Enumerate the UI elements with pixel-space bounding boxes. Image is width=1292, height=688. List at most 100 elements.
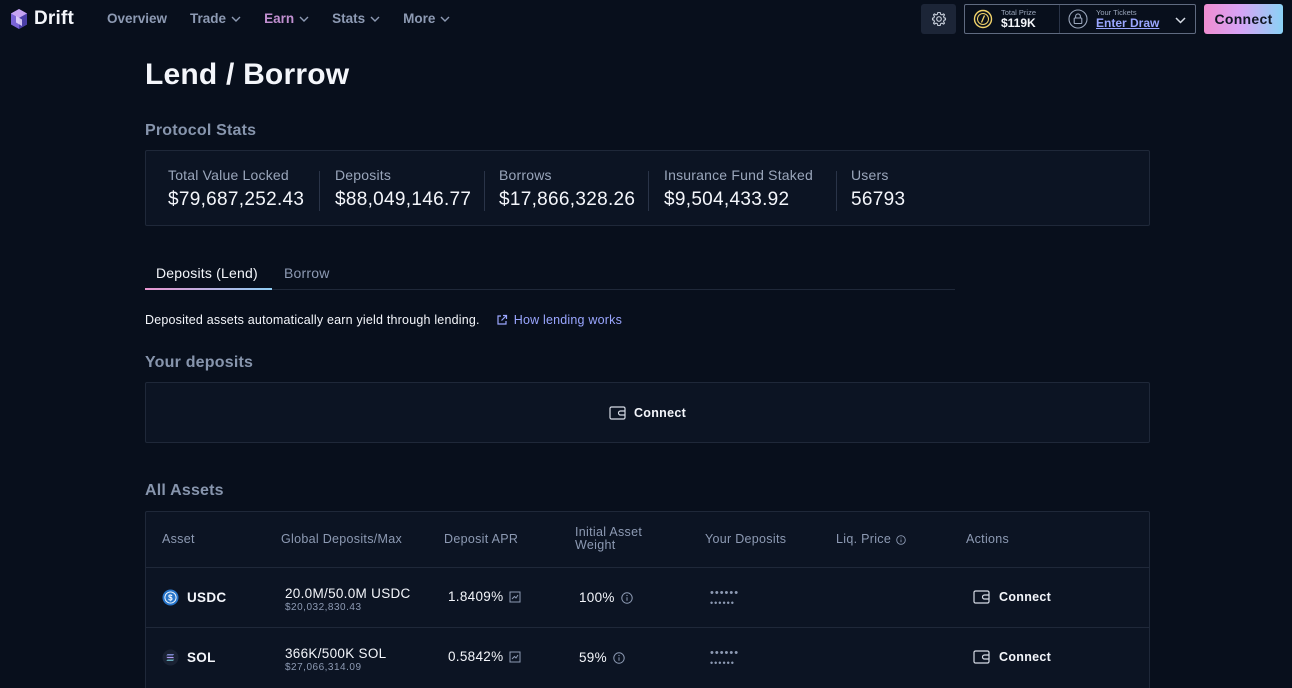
deposit-apr-value: 0.5842% <box>448 649 504 664</box>
your-deposits-panel: Connect <box>145 382 1150 443</box>
row-connect-button[interactable]: Connect <box>973 650 1051 664</box>
nav-stats[interactable]: Stats <box>332 11 380 26</box>
usdc-icon: $ <box>162 589 179 606</box>
asset-name: USDC <box>187 590 227 605</box>
protocol-stats-card: Total Value Locked $79,687,252.43 Deposi… <box>145 150 1150 226</box>
row-connect-label: Connect <box>999 590 1052 604</box>
your-tickets[interactable]: Your Tickets Enter Draw <box>1060 5 1195 33</box>
drift-logo-icon <box>11 9 27 29</box>
stat-users: Users 56793 <box>851 167 905 211</box>
asset-name: SOL <box>187 650 216 665</box>
asset-weight-cell: 59% <box>579 650 625 665</box>
divider <box>648 171 649 211</box>
header-asset: Asset <box>162 532 195 546</box>
your-deposits-title: Your deposits <box>145 354 254 371</box>
how-lending-works-link[interactable]: How lending works <box>496 313 622 327</box>
deposit-apr-cell: 0.5842% <box>448 649 521 664</box>
header-deposit-apr: Deposit APR <box>444 532 519 546</box>
tab-deposits-lend[interactable]: Deposits (Lend) <box>156 265 258 281</box>
global-deposits-usd: $27,066,314.09 <box>285 662 362 673</box>
table-row[interactable]: SOL 366K/500K SOL $27,066,314.09 0.5842%… <box>146 627 1149 687</box>
nav-earn-label: Earn <box>264 11 295 26</box>
stat-value: $17,866,328.26 <box>499 189 636 210</box>
divider <box>319 171 320 211</box>
stat-deposits: Deposits $88,049,146.77 <box>335 167 471 211</box>
nav-trade-label: Trade <box>190 11 227 26</box>
chevron-down-icon <box>299 16 309 22</box>
row-connect-button[interactable]: Connect <box>973 590 1051 604</box>
stat-label: Users <box>851 167 889 183</box>
nav-trade[interactable]: Trade <box>190 11 241 26</box>
chevron-down-icon[interactable] <box>1175 17 1186 24</box>
header-your-deposits: Your Deposits <box>705 532 787 546</box>
global-deposits-cell: 20.0M/50.0M USDC $20,032,830.43 <box>285 586 411 613</box>
svg-text:$: $ <box>168 593 173 602</box>
nav-earn[interactable]: Earn <box>264 11 309 26</box>
chevron-down-icon <box>370 16 380 22</box>
nav-links: Overview Trade Earn Stats More <box>107 11 473 26</box>
stat-value: $9,504,433.92 <box>664 189 790 210</box>
stat-label: Total Value Locked <box>168 167 289 183</box>
global-deposits-usd: $20,032,830.43 <box>285 602 362 613</box>
chart-icon[interactable] <box>509 651 521 663</box>
prize-draw-widget[interactable]: Total Prize $119K Your Tickets Enter Dra… <box>964 4 1196 34</box>
lock-icon <box>1068 9 1088 29</box>
total-prize: Total Prize $119K <box>965 5 1060 33</box>
info-icon[interactable] <box>613 651 625 664</box>
sol-icon <box>162 649 179 666</box>
info-icon[interactable] <box>896 534 906 545</box>
masked-value: •••••• <box>710 587 740 599</box>
nav-more[interactable]: More <box>403 11 450 26</box>
enter-draw-link[interactable]: Enter Draw <box>1096 17 1159 30</box>
assets-table: Asset Global Deposits/Max Deposit APR In… <box>145 511 1150 688</box>
nav-overview[interactable]: Overview <box>107 11 167 26</box>
stat-label: Insurance Fund Staked <box>664 167 813 183</box>
lend-borrow-tabs: Deposits (Lend) Borrow <box>145 262 955 290</box>
global-deposits-cell: 366K/500K SOL $27,066,314.09 <box>285 646 386 673</box>
connect-wallet-button[interactable]: Connect <box>1204 4 1283 34</box>
asset-cell: $ USDC <box>162 589 226 606</box>
nav-overview-label: Overview <box>107 11 168 26</box>
table-row[interactable]: $ USDC 20.0M/50.0M USDC $20,032,830.43 1… <box>146 567 1149 627</box>
wallet-icon <box>973 590 990 604</box>
masked-value: •••••• <box>710 647 740 659</box>
wallet-icon <box>973 650 990 664</box>
global-deposits-value: 20.0M/50.0M USDC <box>285 586 411 601</box>
tab-borrow[interactable]: Borrow <box>284 265 330 281</box>
divider <box>484 171 485 211</box>
top-nav: Drift Overview Trade Earn Stats More Tot… <box>0 0 1292 38</box>
nav-stats-label: Stats <box>332 11 366 26</box>
chevron-down-icon <box>440 16 450 22</box>
info-icon[interactable] <box>621 591 633 604</box>
lending-info-text: Deposited assets automatically earn yiel… <box>145 313 480 327</box>
masked-value: •••••• <box>710 658 735 668</box>
lending-info: Deposited assets automatically earn yiel… <box>145 313 622 327</box>
header-weight-line-2: Weight <box>575 538 616 552</box>
gear-icon <box>931 11 946 27</box>
how-lending-works-label: How lending works <box>513 313 623 327</box>
header-initial-asset-weight: Initial Asset Weight <box>575 526 642 552</box>
wallet-icon <box>609 405 626 420</box>
row-connect-label: Connect <box>999 650 1052 664</box>
chevron-down-icon <box>231 16 241 22</box>
global-deposits-value: 366K/500K SOL <box>285 646 387 661</box>
your-deposits-connect-button[interactable]: Connect <box>634 406 686 420</box>
deposit-apr-cell: 1.8409% <box>448 589 521 604</box>
chart-icon[interactable] <box>509 591 521 603</box>
stat-value: $79,687,252.43 <box>168 189 305 210</box>
stat-value: $88,049,146.77 <box>335 189 472 210</box>
logo[interactable]: Drift <box>10 8 74 30</box>
settings-button[interactable] <box>921 4 956 34</box>
external-link-icon <box>497 314 507 325</box>
stat-label: Deposits <box>335 167 392 183</box>
stat-tvl: Total Value Locked $79,687,252.43 <box>168 167 304 211</box>
stat-label: Borrows <box>499 167 552 183</box>
masked-value: •••••• <box>710 598 735 608</box>
asset-cell: SOL <box>162 649 216 666</box>
asset-weight-cell: 100% <box>579 590 633 605</box>
header-actions: Actions <box>966 532 1010 546</box>
header-liq-price: Liq. Price <box>836 533 906 546</box>
all-assets-title: All Assets <box>145 482 224 499</box>
active-tab-indicator <box>145 288 272 290</box>
header-global-deposits: Global Deposits/Max <box>281 532 403 546</box>
